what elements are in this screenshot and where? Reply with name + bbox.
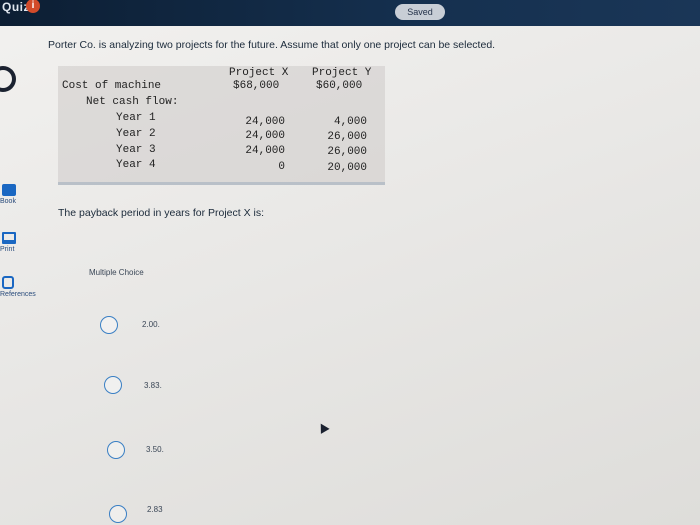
printer-icon (2, 232, 16, 244)
row-label-year3: Year 3 (116, 144, 156, 156)
row-label-year4: Year 4 (116, 159, 156, 171)
choice-text: 2.00. (142, 320, 160, 329)
print-label: Print (0, 246, 15, 253)
info-badge[interactable]: i (26, 0, 40, 13)
question-text: Porter Co. is analyzing two projects for… (48, 39, 496, 51)
column-header-project-y: Project Y (312, 67, 372, 79)
radio-button[interactable] (107, 441, 125, 459)
cell-x-year3: 24,000 (245, 145, 285, 157)
radio-button[interactable] (104, 376, 122, 394)
choice-text: 3.50. (146, 445, 164, 454)
row-label-cost: Cost of machine (62, 80, 162, 92)
column-header-project-x: Project X (229, 67, 289, 79)
top-bar: Quiz i Saved (0, 0, 700, 26)
cell-y-cost: $60,000 (316, 80, 363, 92)
choice-text: 2.83 (147, 505, 163, 514)
references-button[interactable]: References (0, 276, 40, 298)
sidebar: Book Print References (0, 26, 36, 525)
question-prompt: The payback period in years for Project … (58, 207, 265, 219)
cell-y-year3: 26,000 (327, 146, 367, 158)
cell-y-year2: 26,000 (327, 131, 367, 143)
row-label-year2: Year 2 (116, 128, 156, 140)
cell-y-year1: 4,000 (333, 116, 367, 128)
cell-x-year4: 0 (278, 161, 285, 173)
choice-text: 3.83. (144, 381, 162, 390)
cell-x-year2: 24,000 (245, 130, 285, 142)
saved-status-badge: Saved (395, 4, 445, 20)
cell-x-year1: 24,000 (245, 116, 285, 128)
row-label-year1: Year 1 (116, 112, 156, 124)
radio-button[interactable] (100, 316, 118, 334)
multiple-choice-label: Multiple Choice (89, 268, 144, 277)
references-label: References (0, 291, 36, 298)
references-icon (2, 276, 14, 289)
print-button[interactable]: Print (0, 232, 40, 253)
back-arrow-icon[interactable] (0, 66, 16, 92)
radio-button[interactable] (109, 505, 127, 523)
book-icon (2, 184, 16, 196)
book-label: Book (0, 198, 16, 205)
cell-y-year4: 20,000 (327, 162, 367, 174)
cell-x-cost: $68,000 (233, 80, 280, 92)
row-label-net-cash: Net cash flow: (86, 96, 179, 108)
mouse-cursor-icon (316, 421, 330, 434)
table-divider (58, 182, 385, 185)
ebook-button[interactable]: Book (0, 184, 40, 205)
project-data-table: Project X Project Y Cost of machine $68,… (58, 66, 385, 184)
